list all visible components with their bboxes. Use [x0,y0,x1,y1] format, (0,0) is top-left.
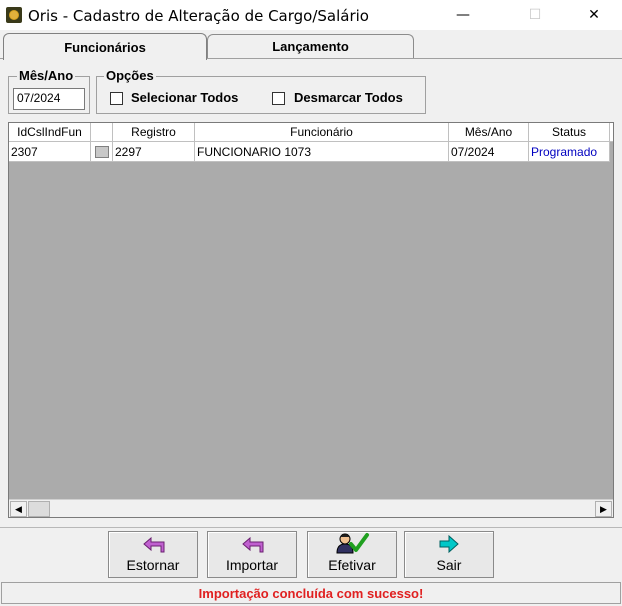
cell-status[interactable]: Programado [529,142,610,162]
column-header-marker [91,123,113,142]
options-label: Opções [104,68,156,83]
select-all-label[interactable]: Selecionar Todos [131,90,238,105]
scroll-right-button[interactable]: ▶ [595,501,612,517]
scroll-thumb[interactable] [28,501,50,517]
row-marker-cell[interactable] [91,142,113,162]
column-header-filler [610,123,613,142]
sair-label: Sair [436,557,462,573]
person-check-icon [336,533,369,554]
importar-label: Importar [225,557,279,573]
column-header-mes-ano[interactable]: Mês/Ano [449,123,529,142]
employee-grid[interactable]: IdCslIndFun Registro Funcionário Mês/Ano… [8,122,614,518]
deselect-all-checkbox[interactable] [272,92,285,105]
arrow-back-icon [143,536,165,553]
tab-lancamento[interactable]: Lançamento [207,34,414,58]
cell-funcionario[interactable]: FUNCIONARIO 1073 [195,142,449,162]
sair-button[interactable]: Sair [404,531,494,578]
arrow-right-icon [439,534,459,554]
horizontal-scrollbar[interactable]: ◀ ▶ [9,499,613,517]
minimize-button[interactable]: — [440,0,486,30]
month-year-label: Mês/Ano [17,68,76,83]
arrow-import-icon [242,536,264,553]
cell-registro[interactable]: 2297 [113,142,195,162]
row-marker-icon [95,145,109,158]
status-message: Importação concluída com sucesso! [1,582,621,604]
estornar-button[interactable]: Estornar [108,531,198,578]
estornar-label: Estornar [126,557,180,573]
select-all-checkbox[interactable] [110,92,123,105]
importar-button[interactable]: Importar [207,531,297,578]
cell-id[interactable]: 2307 [9,142,91,162]
column-header-funcionario[interactable]: Funcionário [195,123,449,142]
cell-mes-ano[interactable]: 07/2024 [449,142,529,162]
efetivar-label: Efetivar [328,557,376,573]
column-header-registro[interactable]: Registro [113,123,195,142]
close-button[interactable]: ✕ [571,0,617,30]
window-title: Oris - Cadastro de Alteração de Cargo/Sa… [28,7,369,25]
deselect-all-label[interactable]: Desmarcar Todos [294,90,403,105]
tab-funcionarios[interactable]: Funcionários [3,33,207,60]
scroll-left-button[interactable]: ◀ [10,501,27,517]
efetivar-button[interactable]: Efetivar [307,531,397,578]
month-year-input[interactable]: 07/2024 [13,88,85,110]
maximize-button[interactable]: ☐ [512,0,558,30]
column-header-status[interactable]: Status [529,123,610,142]
button-bar-divider [0,527,622,528]
app-icon [6,7,22,23]
column-header-idcslindfun[interactable]: IdCslIndFun [9,123,91,142]
